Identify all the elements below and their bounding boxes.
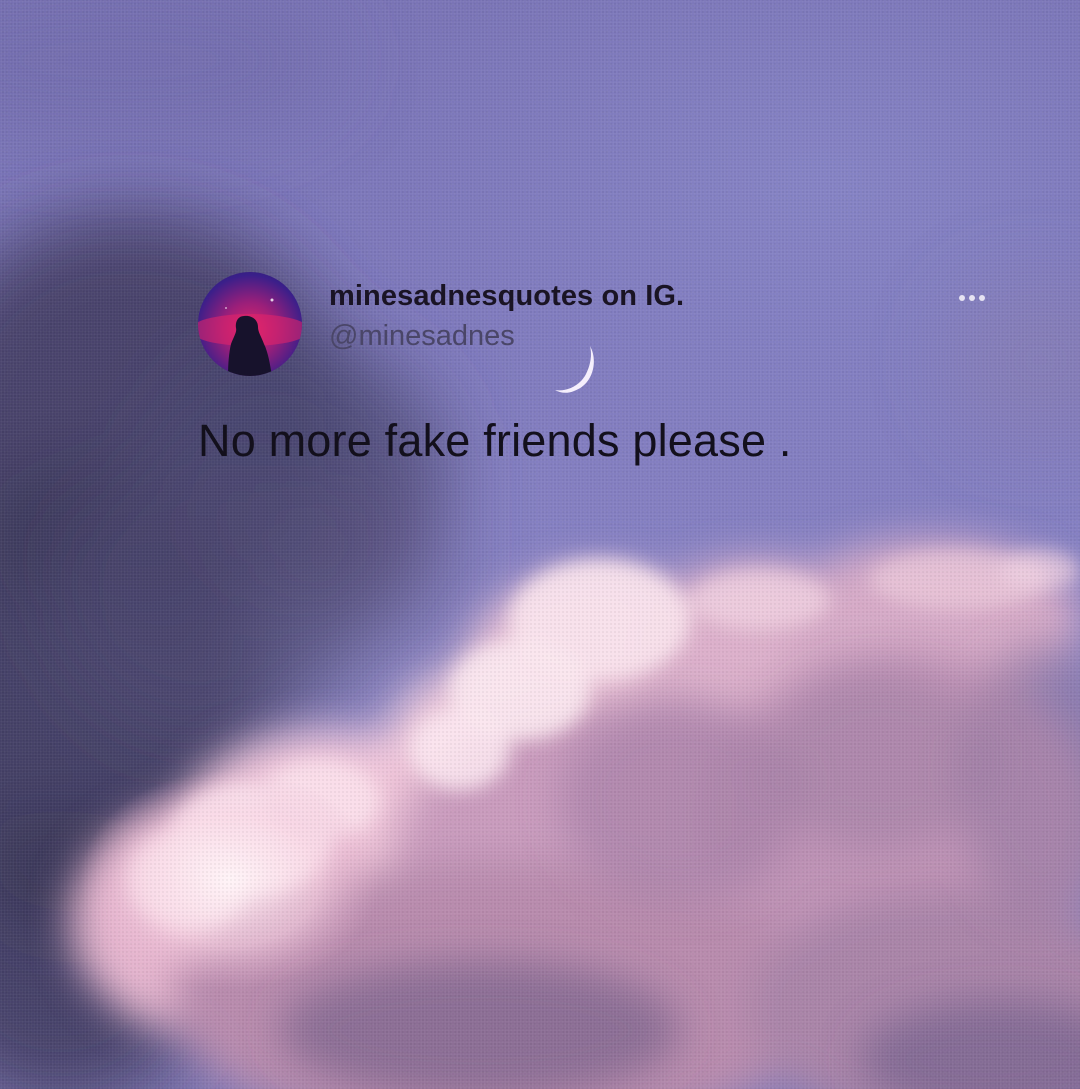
tweet-text: No more fake friends please . — [198, 415, 792, 466]
more-horizontal-icon — [979, 295, 985, 301]
more-horizontal-icon — [959, 295, 965, 301]
sun-glow — [80, 770, 380, 990]
more-horizontal-icon — [969, 295, 975, 301]
user-handle[interactable]: @minesadnes — [329, 320, 684, 353]
avatar[interactable] — [198, 272, 302, 376]
display-name[interactable]: minesadnesquotes on IG. — [329, 280, 684, 313]
avatar-silhouette-icon — [198, 298, 302, 376]
cloud-scene — [0, 0, 1080, 1089]
sky-background — [0, 0, 1080, 1089]
tweet-identity: minesadnesquotes on IG. @minesadnes — [329, 280, 684, 353]
more-options-button[interactable] — [952, 288, 992, 308]
